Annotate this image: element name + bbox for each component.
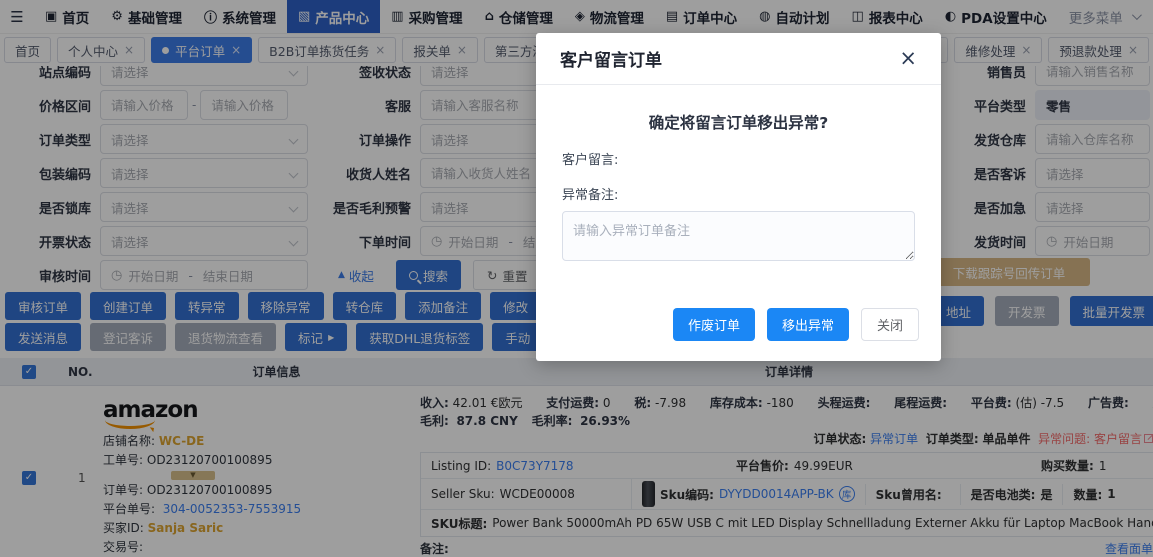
close-icon[interactable]: × bbox=[899, 48, 917, 69]
modal-title: 客户留言订单 bbox=[560, 51, 662, 71]
exception-remark-textarea[interactable] bbox=[562, 211, 915, 261]
customer-message-label: 客户留言: bbox=[562, 153, 619, 168]
exception-remark-label: 异常备注: bbox=[562, 188, 619, 203]
void-order-button[interactable]: 作废订单 bbox=[672, 308, 755, 341]
remove-exception-confirm-button[interactable]: 移出异常 bbox=[766, 308, 849, 341]
modal-footer: 作废订单 移出异常 关闭 bbox=[672, 308, 919, 341]
customer-message-order-modal: 客户留言订单 × 确定将留言订单移出异常? 客户留言: 异常备注: 作废订单 移… bbox=[536, 33, 941, 361]
modal-close-button[interactable]: 关闭 bbox=[860, 308, 919, 341]
confirm-question: 确定将留言订单移出异常? bbox=[648, 114, 829, 132]
modal-header: 客户留言订单 × bbox=[536, 33, 941, 85]
